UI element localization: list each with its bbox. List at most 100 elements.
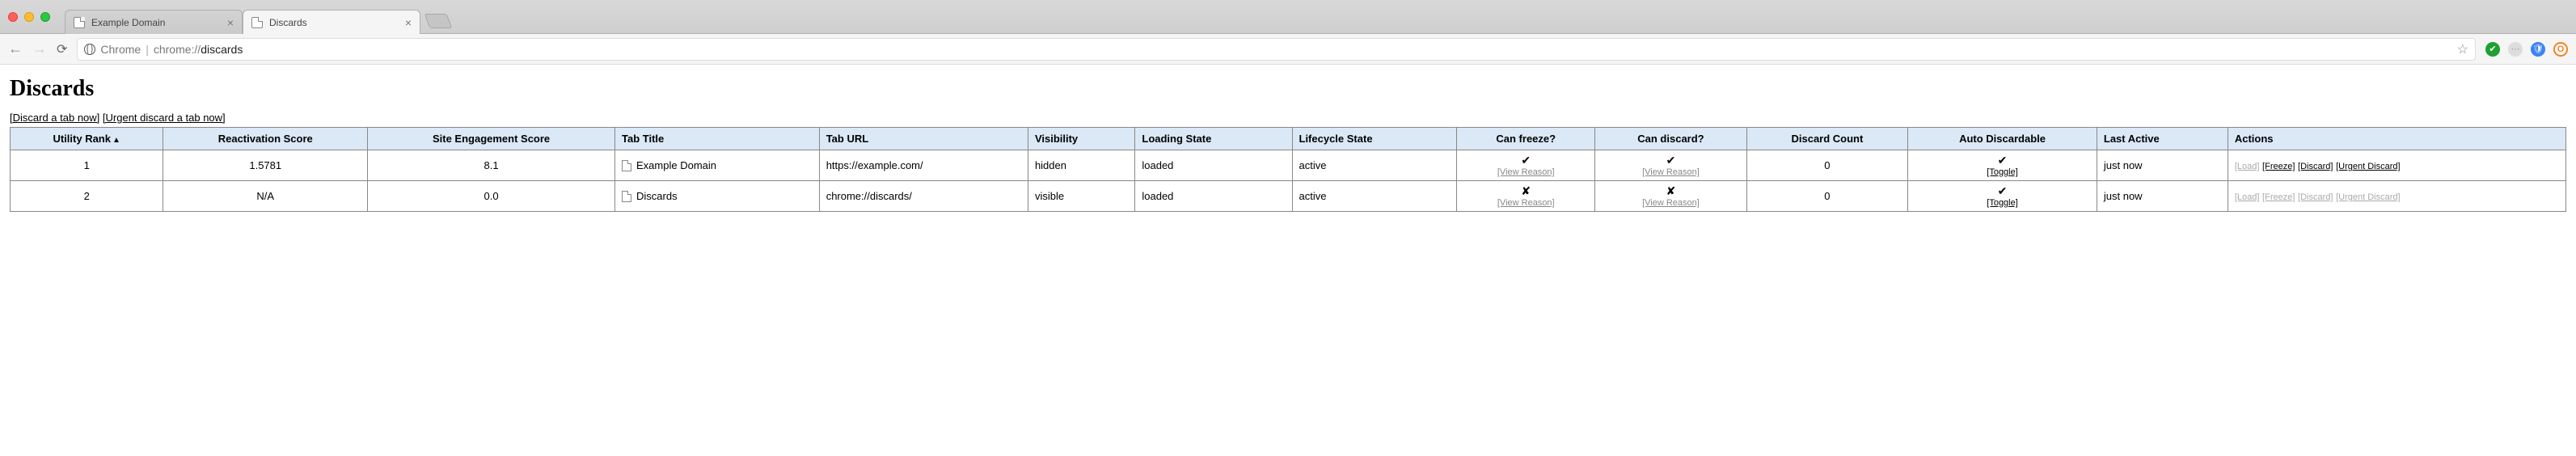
col-actions[interactable]: Actions: [2228, 128, 2565, 150]
col-reactivation-score[interactable]: Reactivation Score: [163, 128, 368, 150]
page-icon: [622, 160, 631, 171]
url-path: discards: [201, 43, 243, 56]
urgent-discard-link: [Urgent Discard]: [2336, 192, 2400, 202]
check-icon: ✔: [1915, 184, 2090, 198]
cell-engagement: 8.1: [368, 150, 615, 181]
urgent-discard-tab-now-link[interactable]: [Urgent discard a tab now]: [103, 112, 226, 124]
address-bar[interactable]: Chrome | chrome://discards ☆: [77, 38, 2476, 61]
page-title: Discards: [10, 76, 2566, 102]
col-site-engagement[interactable]: Site Engagement Score: [368, 128, 615, 150]
cross-icon: ✘: [1463, 184, 1588, 198]
close-window-button[interactable]: [8, 12, 18, 22]
tab-strip: Example Domain × Discards ×: [0, 0, 2576, 34]
toolbar: ← → ⟳ Chrome | chrome://discards ☆ ✔ ⋯ 🛡…: [0, 34, 2576, 65]
globe-icon: [84, 44, 95, 55]
cell-reactivation: N/A: [163, 181, 368, 212]
col-loading-state[interactable]: Loading State: [1135, 128, 1292, 150]
cross-icon: ✘: [1602, 184, 1739, 198]
page-icon: [74, 17, 85, 28]
col-tab-title[interactable]: Tab Title: [615, 128, 820, 150]
minimize-window-button[interactable]: [24, 12, 34, 22]
extension-icon[interactable]: ⋯: [2508, 42, 2523, 57]
discards-table: Utility Rank▲ Reactivation Score Site En…: [10, 127, 2566, 212]
browser-tab-0[interactable]: Example Domain ×: [65, 10, 243, 34]
window-controls: [8, 12, 50, 22]
freeze-link[interactable]: [Freeze]: [2262, 162, 2295, 171]
extension-icons: ✔ ⋯ 🛡 O: [2485, 42, 2568, 57]
reload-button[interactable]: ⟳: [57, 41, 67, 57]
url-scheme: chrome://: [154, 43, 201, 56]
cell-tab-title: Example Domain: [615, 150, 820, 181]
page-icon: [622, 191, 631, 202]
new-tab-button[interactable]: [424, 14, 453, 28]
cell-lifecycle: active: [1292, 181, 1457, 212]
cell-reactivation: 1.5781: [163, 150, 368, 181]
browser-tab-1[interactable]: Discards ×: [243, 10, 420, 34]
cell-can-freeze: ✘[View Reason]: [1457, 181, 1595, 212]
view-reason-link[interactable]: [View Reason]: [1602, 198, 1739, 208]
top-actions: [Discard a tab now] [Urgent discard a ta…: [10, 112, 2566, 124]
close-tab-icon[interactable]: ×: [405, 16, 412, 29]
forward-button[interactable]: →: [32, 40, 47, 57]
separator: |: [146, 43, 149, 56]
address-label: Chrome: [100, 43, 141, 56]
back-button[interactable]: ←: [8, 40, 23, 57]
extension-icon[interactable]: ✔: [2485, 42, 2500, 57]
col-visibility[interactable]: Visibility: [1028, 128, 1134, 150]
table-row: 11.57818.1Example Domainhttps://example.…: [11, 150, 2566, 181]
table-header-row: Utility Rank▲ Reactivation Score Site En…: [11, 128, 2566, 150]
cell-last-active: just now: [2097, 181, 2228, 212]
urgent-discard-link[interactable]: [Urgent Discard]: [2336, 162, 2400, 171]
discard-link: [Discard]: [2298, 192, 2333, 202]
view-reason-link[interactable]: [View Reason]: [1463, 198, 1588, 208]
cell-lifecycle: active: [1292, 150, 1457, 181]
toggle-link[interactable]: [Toggle]: [1915, 167, 2090, 177]
cell-rank: 2: [11, 181, 163, 212]
cell-auto-discardable: ✔[Toggle]: [1908, 181, 2097, 212]
cell-loading: loaded: [1135, 150, 1292, 181]
cell-tab-title: Discards: [615, 181, 820, 212]
discard-link[interactable]: [Discard]: [2298, 162, 2333, 171]
page-content: Discards [Discard a tab now] [Urgent dis…: [0, 65, 2576, 223]
check-icon: ✔: [1602, 154, 1739, 167]
cell-tab-url: https://example.com/: [819, 150, 1028, 181]
col-discard-count[interactable]: Discard Count: [1746, 128, 1908, 150]
freeze-link: [Freeze]: [2262, 192, 2295, 202]
col-tab-url[interactable]: Tab URL: [819, 128, 1028, 150]
cell-can-discard: ✔[View Reason]: [1595, 150, 1746, 181]
check-icon: ✔: [1463, 154, 1588, 167]
check-icon: ✔: [1915, 154, 2090, 167]
col-last-active[interactable]: Last Active: [2097, 128, 2228, 150]
cell-can-discard: ✘[View Reason]: [1595, 181, 1746, 212]
view-reason-link[interactable]: [View Reason]: [1602, 167, 1739, 177]
cell-loading: loaded: [1135, 181, 1292, 212]
col-auto-discardable[interactable]: Auto Discardable: [1908, 128, 2097, 150]
tab-title: Example Domain: [91, 17, 221, 28]
table-row: 2N/A0.0Discardschrome://discards/visible…: [11, 181, 2566, 212]
load-link: [Load]: [2235, 192, 2260, 202]
col-can-discard[interactable]: Can discard?: [1595, 128, 1746, 150]
col-can-freeze[interactable]: Can freeze?: [1457, 128, 1595, 150]
fullscreen-window-button[interactable]: [40, 12, 50, 22]
cell-visibility: hidden: [1028, 150, 1134, 181]
cell-can-freeze: ✔[View Reason]: [1457, 150, 1595, 181]
view-reason-link[interactable]: [View Reason]: [1463, 167, 1588, 177]
bookmark-star-icon[interactable]: ☆: [2457, 41, 2468, 57]
tab-title: Discards: [269, 17, 399, 28]
cell-last-active: just now: [2097, 150, 2228, 181]
cell-discard-count: 0: [1746, 150, 1908, 181]
col-utility-rank[interactable]: Utility Rank▲: [11, 128, 163, 150]
cell-engagement: 0.0: [368, 181, 615, 212]
close-tab-icon[interactable]: ×: [227, 16, 234, 29]
discard-tab-now-link[interactable]: [Discard a tab now]: [10, 112, 99, 124]
cell-actions: [Load] [Freeze] [Discard] [Urgent Discar…: [2228, 150, 2565, 181]
col-lifecycle-state[interactable]: Lifecycle State: [1292, 128, 1457, 150]
cell-discard-count: 0: [1746, 181, 1908, 212]
cell-actions: [Load] [Freeze] [Discard] [Urgent Discar…: [2228, 181, 2565, 212]
toggle-link[interactable]: [Toggle]: [1915, 198, 2090, 208]
extension-icon[interactable]: 🛡: [2531, 42, 2545, 57]
page-icon: [251, 17, 263, 28]
cell-visibility: visible: [1028, 181, 1134, 212]
load-link: [Load]: [2235, 162, 2260, 171]
extension-icon[interactable]: O: [2553, 42, 2568, 57]
